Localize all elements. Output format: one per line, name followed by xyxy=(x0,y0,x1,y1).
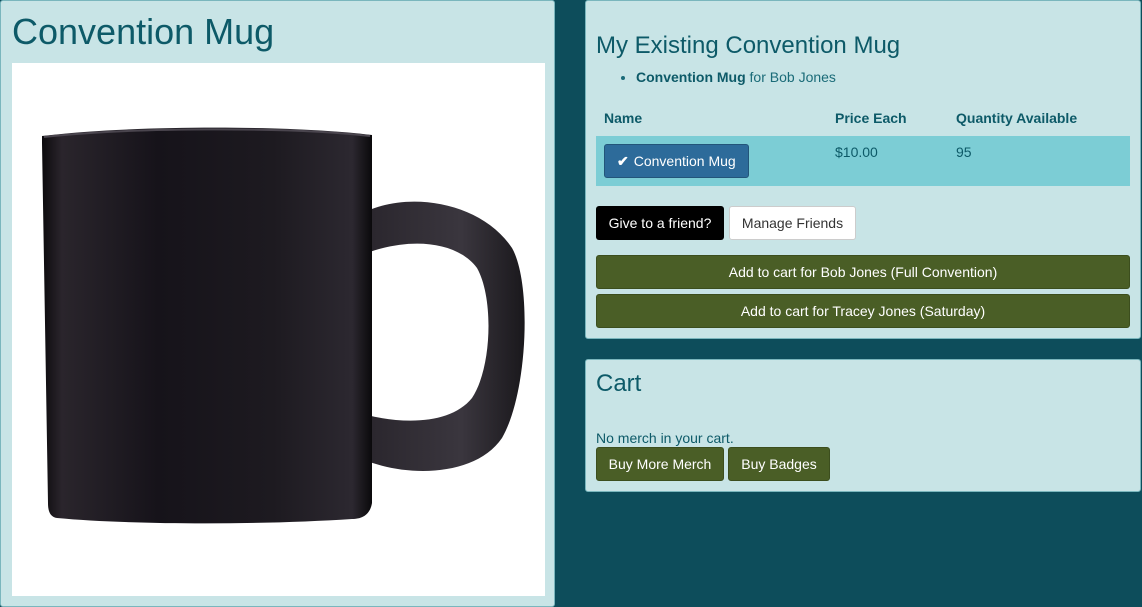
row-name-cell: ✔ Convention Mug xyxy=(596,136,827,186)
check-icon: ✔ xyxy=(617,153,629,169)
list-item: Convention Mug for Bob Jones xyxy=(636,69,836,85)
add-to-cart-tracey-button[interactable]: Add to cart for Tracey Jones (Saturday) xyxy=(596,294,1130,328)
product-title: Convention Mug xyxy=(12,11,275,52)
owned-list: Convention Mug for Bob Jones xyxy=(596,69,836,85)
buy-badges-button[interactable]: Buy Badges xyxy=(728,447,830,481)
row-price: $10.00 xyxy=(827,136,948,186)
header-quantity: Quantity Available xyxy=(956,109,1078,126)
merch-table: Name Price Each Quantity Available ✔ Conv… xyxy=(596,99,1130,186)
table-header-row: Name Price Each Quantity Available xyxy=(596,99,1130,136)
product-panel: Convention Mug xyxy=(0,0,555,607)
owned-item-name: Convention Mug xyxy=(636,69,746,85)
header-name: Name xyxy=(604,109,643,126)
cart-title: Cart xyxy=(596,370,642,397)
mug-illustration xyxy=(42,127,525,524)
owned-merch-panel: My Existing Convention Mug Convention Mu… xyxy=(585,0,1141,339)
mug-select-label: Convention Mug xyxy=(633,153,736,169)
give-to-friend-button[interactable]: Give to a friend? xyxy=(596,206,724,240)
owned-item-owner: for Bob Jones xyxy=(745,69,836,85)
mug-select-button[interactable]: ✔ Convention Mug xyxy=(604,144,749,178)
cart-empty-message: No merch in your cart. xyxy=(596,430,734,446)
add-to-cart-bob-button[interactable]: Add to cart for Bob Jones (Full Conventi… xyxy=(596,255,1130,289)
table-row: ✔ Convention Mug $10.00 95 xyxy=(596,136,1130,186)
owned-title: My Existing Convention Mug xyxy=(596,32,901,59)
manage-friends-button[interactable]: Manage Friends xyxy=(729,206,856,240)
cart-panel: Cart No merch in your cart. Buy More Mer… xyxy=(585,359,1141,492)
row-quantity: 95 xyxy=(948,136,1130,186)
header-price: Price Each xyxy=(835,109,907,126)
product-image xyxy=(12,63,545,596)
buy-more-merch-button[interactable]: Buy More Merch xyxy=(596,447,724,481)
